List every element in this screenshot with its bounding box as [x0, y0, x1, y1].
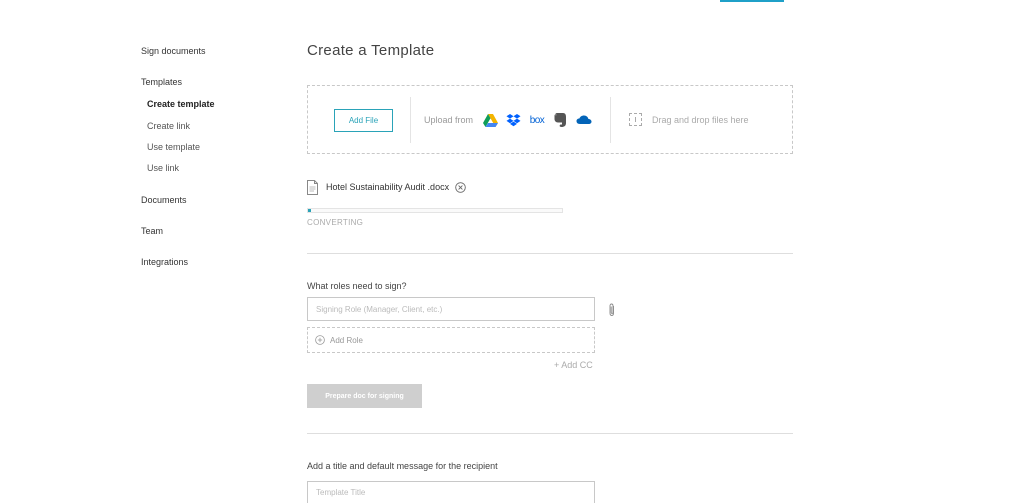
- paperclip-icon[interactable]: [607, 303, 617, 317]
- prepare-doc-button[interactable]: Prepare doc for signing: [307, 384, 422, 408]
- conversion-progress-bar: [307, 208, 563, 213]
- onedrive-icon[interactable]: [575, 112, 593, 128]
- sidebar-item-team[interactable]: Team: [141, 226, 163, 236]
- remove-file-icon[interactable]: [455, 181, 466, 193]
- drag-drop-label: Drag and drop files here: [652, 115, 749, 125]
- upload-from-label: Upload from: [424, 115, 474, 125]
- add-role-label: Add Role: [330, 335, 363, 345]
- roles-label: What roles need to sign?: [307, 281, 407, 291]
- sidebar-item-use-link[interactable]: Use link: [147, 163, 179, 173]
- box-icon[interactable]: box: [528, 112, 546, 128]
- section-divider: [307, 433, 793, 434]
- sidebar-item-create-template[interactable]: Create template: [147, 99, 215, 109]
- progress-fill: [308, 209, 311, 212]
- signing-role-input[interactable]: [307, 297, 595, 321]
- file-name: Hotel Sustainability Audit .docx: [326, 182, 450, 192]
- drag-drop-icon: [629, 113, 642, 126]
- divider: [610, 97, 611, 143]
- document-icon: [307, 179, 318, 195]
- template-title-input[interactable]: [307, 481, 595, 503]
- sidebar-item-use-template[interactable]: Use template: [147, 142, 200, 152]
- sidebar-item-sign-documents[interactable]: Sign documents: [141, 46, 206, 56]
- top-accent-bar: [720, 0, 784, 2]
- sidebar-item-documents[interactable]: Documents: [141, 195, 187, 205]
- evernote-icon[interactable]: [552, 112, 568, 128]
- add-cc-link[interactable]: + Add CC: [554, 360, 593, 370]
- add-role-button[interactable]: Add Role: [307, 327, 595, 353]
- sidebar-item-templates[interactable]: Templates: [141, 77, 182, 87]
- conversion-status: CONVERTING: [307, 218, 364, 227]
- add-file-button[interactable]: Add File: [334, 109, 393, 132]
- sidebar-item-create-link[interactable]: Create link: [147, 121, 190, 131]
- message-section-label: Add a title and default message for the …: [307, 461, 498, 471]
- dropbox-icon[interactable]: [505, 112, 521, 128]
- plus-circle-icon: [315, 335, 325, 345]
- uploaded-file: Hotel Sustainability Audit .docx: [307, 179, 466, 195]
- google-drive-icon[interactable]: [482, 112, 498, 128]
- page-title: Create a Template: [307, 42, 435, 59]
- upload-dropzone[interactable]: Add File Upload from box Drag and drop f…: [307, 85, 793, 154]
- divider: [410, 97, 411, 143]
- section-divider: [307, 253, 793, 254]
- sidebar-item-integrations[interactable]: Integrations: [141, 257, 188, 267]
